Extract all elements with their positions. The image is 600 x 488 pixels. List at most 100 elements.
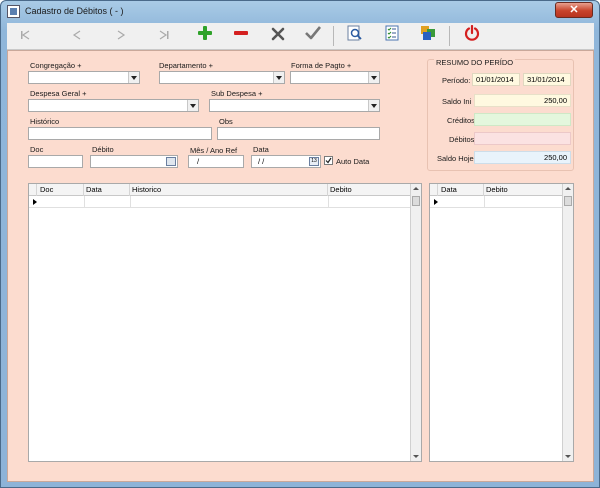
minus-icon [234, 31, 248, 35]
last-record-button[interactable] [152, 25, 176, 47]
doc-input[interactable] [28, 155, 83, 168]
grid-header-doc[interactable]: Doc [37, 184, 84, 196]
periodo-label: Período: [442, 76, 471, 85]
grid-indicator-header [430, 184, 438, 196]
title-bar[interactable]: Cadastro de Débitos ( - ) ✕ [1, 1, 599, 23]
chevron-down-icon[interactable] [187, 100, 198, 111]
grid-header-data[interactable]: Data [84, 184, 130, 196]
calculator-icon[interactable] [166, 157, 176, 166]
grid-scrollbar[interactable] [410, 184, 421, 461]
add-button[interactable] [193, 25, 217, 47]
saldo-hoje-label: Saldo Hoje [437, 154, 474, 163]
data-label: Data [253, 145, 269, 154]
scroll-thumb[interactable] [412, 196, 420, 206]
chevron-down-icon[interactable] [368, 100, 379, 111]
first-record-button[interactable] [13, 25, 37, 47]
saldo-hoje-field: 250,00 [474, 151, 571, 164]
grid-indicator-header [29, 184, 37, 196]
grid-header-historico[interactable]: Historico [130, 184, 328, 196]
prev-record-button[interactable] [65, 25, 89, 47]
chart-button[interactable] [416, 25, 440, 47]
side-grid-header-data[interactable]: Data [438, 184, 484, 196]
obs-label: Obs [219, 117, 233, 126]
creditos-field [474, 113, 571, 126]
side-grid-header-debito[interactable]: Debito [484, 184, 563, 196]
mes-ano-label: Mês / Ano Ref [190, 146, 238, 155]
calendar-icon[interactable]: 13 [309, 157, 319, 166]
checkmark-icon [325, 157, 332, 164]
scroll-up-icon[interactable] [565, 187, 571, 190]
doc-label: Doc [30, 145, 44, 154]
departamento-label: Departamento + [159, 61, 213, 70]
despesa-geral-label: Despesa Geral + [30, 89, 87, 98]
side-grid-scrollbar[interactable] [562, 184, 573, 461]
scroll-down-icon[interactable] [413, 455, 419, 458]
saldo-ini-field: 250,00 [474, 94, 571, 107]
grid-header-debito[interactable]: Debito [328, 184, 411, 196]
first-icon [21, 30, 30, 40]
cancel-button[interactable] [266, 25, 290, 47]
forma-pagto-label: Forma de Pagto + [291, 61, 352, 70]
congregacao-select[interactable] [28, 71, 140, 84]
checklist-icon [385, 25, 399, 41]
x-icon [271, 27, 285, 41]
chevron-down-icon[interactable] [273, 72, 284, 83]
chevron-down-icon[interactable] [368, 72, 379, 83]
table-row[interactable] [29, 196, 411, 208]
historico-input[interactable] [28, 127, 212, 140]
prev-icon [72, 30, 81, 40]
periodo-start-field[interactable]: 01/01/2014 [472, 73, 520, 86]
main-window: Cadastro de Débitos ( - ) ✕ Congregação … [0, 0, 600, 488]
row-indicator-icon [33, 199, 37, 205]
auto-data-label: Auto Data [336, 157, 370, 166]
toolbar-separator [333, 26, 334, 46]
forma-pagto-select[interactable] [290, 71, 380, 84]
scroll-down-icon[interactable] [565, 455, 571, 458]
sub-despesa-select[interactable] [209, 99, 380, 112]
mes-ano-input[interactable]: / [188, 155, 244, 168]
congregacao-label: Congregação + [30, 61, 82, 70]
search-button[interactable] [343, 25, 367, 47]
creditos-label: Créditos [447, 116, 475, 125]
sub-despesa-label: Sub Despesa + [211, 89, 263, 98]
debitos-field [474, 132, 571, 145]
periodo-end-field[interactable]: 31/01/2014 [523, 73, 571, 86]
next-icon [117, 30, 126, 40]
chevron-down-icon[interactable] [128, 72, 139, 83]
check-icon [305, 26, 322, 40]
last-icon [159, 30, 169, 40]
grid-header: Doc Data Historico Debito [29, 184, 411, 196]
data-input[interactable]: / / 13 [251, 155, 321, 168]
close-button[interactable]: ✕ [555, 2, 593, 18]
debito-label: Débito [92, 145, 114, 154]
debito-input[interactable] [90, 155, 178, 168]
grid-header: Data Debito [430, 184, 563, 196]
report-button[interactable] [380, 25, 404, 47]
app-icon [7, 5, 20, 18]
scroll-up-icon[interactable] [413, 187, 419, 190]
delete-button[interactable] [229, 25, 253, 47]
scroll-thumb[interactable] [564, 196, 572, 206]
obs-input[interactable] [217, 127, 380, 140]
row-indicator-icon [434, 199, 438, 205]
historico-label: Histórico [30, 117, 60, 126]
window-title: Cadastro de Débitos ( - ) [25, 6, 124, 16]
side-grid[interactable]: Data Debito [429, 183, 574, 462]
departamento-select[interactable] [159, 71, 285, 84]
toolbar [7, 23, 594, 50]
plus-icon [198, 26, 212, 40]
form-area: Congregação + Departamento + Forma de Pa… [7, 50, 594, 482]
power-icon [464, 24, 480, 41]
table-row[interactable] [430, 196, 563, 208]
resumo-panel: RESUMO DO PERÍDO Período: 01/01/2014 31/… [427, 58, 574, 171]
data-value: / / [258, 157, 265, 166]
resumo-title: RESUMO DO PERÍDO [434, 58, 516, 67]
debitos-grid[interactable]: Doc Data Historico Debito [28, 183, 422, 462]
next-record-button[interactable] [109, 25, 133, 47]
auto-data-checkbox[interactable] [324, 156, 333, 165]
exit-button[interactable] [460, 24, 484, 47]
confirm-button[interactable] [301, 25, 325, 47]
despesa-geral-select[interactable] [28, 99, 199, 112]
chart-icon [421, 26, 435, 40]
search-icon [347, 25, 362, 41]
